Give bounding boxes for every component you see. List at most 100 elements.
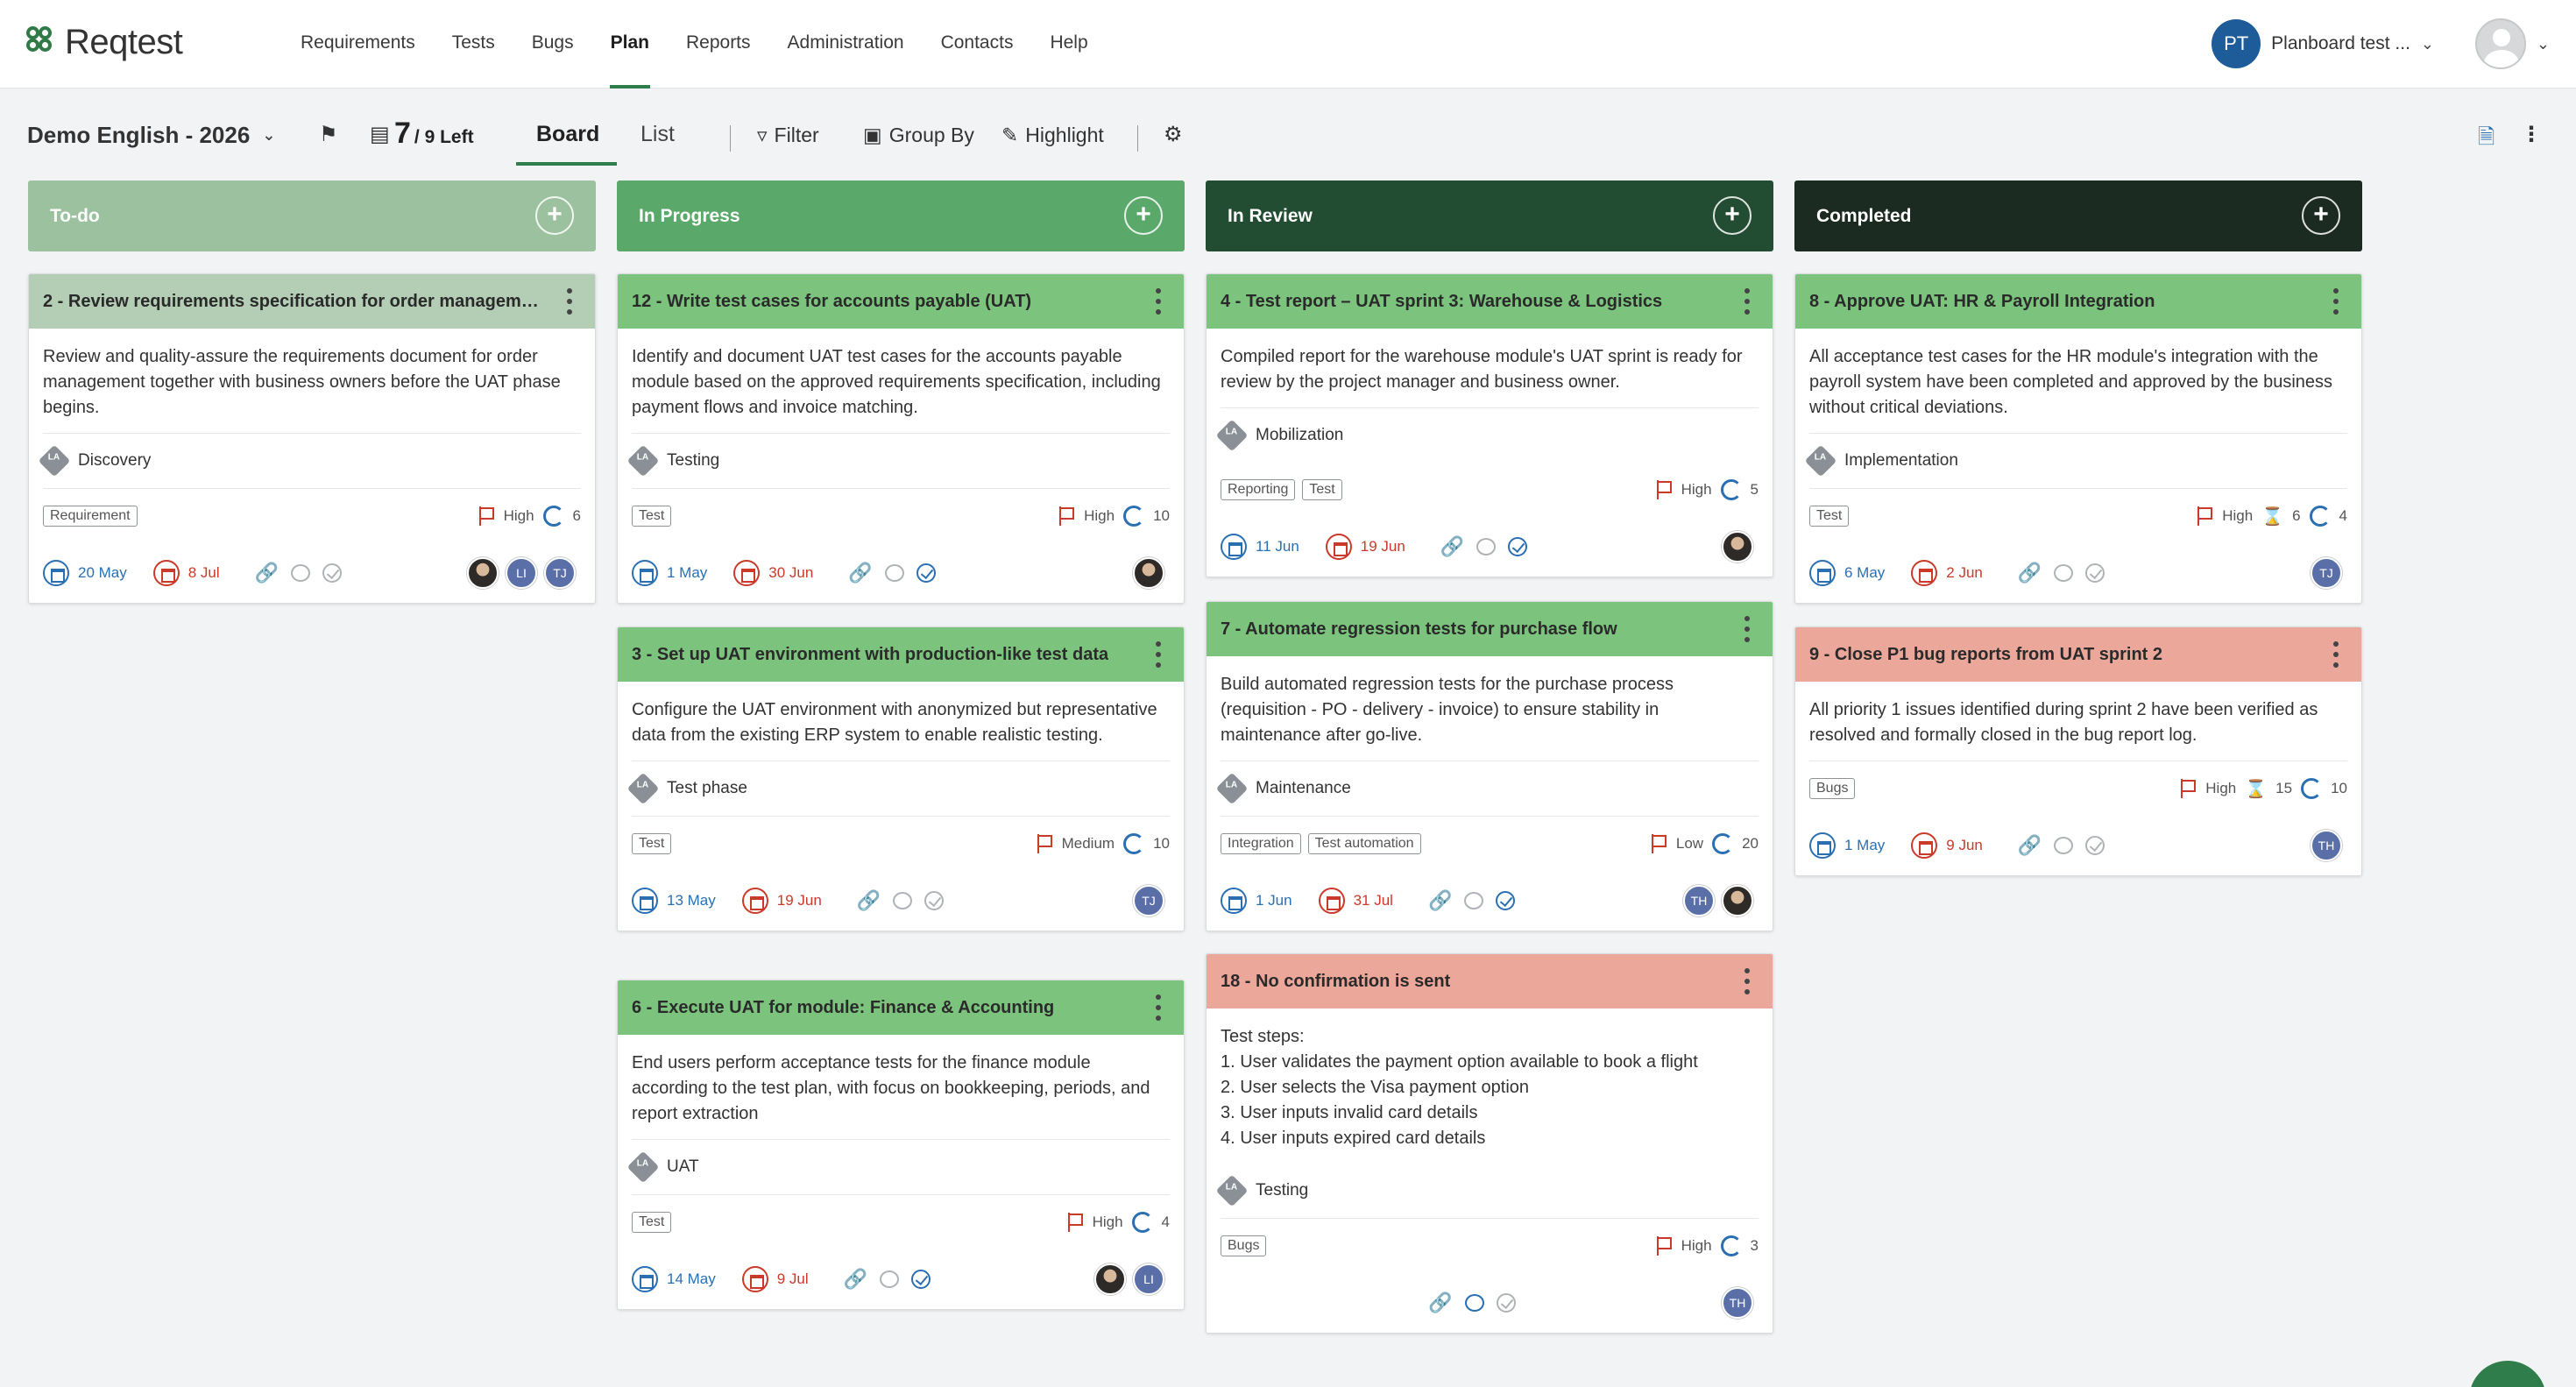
link-icon[interactable]: 🔗 (1440, 535, 1464, 558)
task-card[interactable]: 3 - Set up UAT environment with producti… (617, 626, 1185, 931)
assignee-avatar[interactable]: TJ (1133, 885, 1164, 916)
comment-icon[interactable] (1464, 892, 1484, 909)
link-icon[interactable]: 🔗 (2018, 834, 2042, 857)
start-date[interactable]: 1 May (1809, 832, 1885, 859)
due-date[interactable]: 9 Jul (741, 1266, 809, 1292)
card-title[interactable]: 3 - Set up UAT environment with producti… (632, 645, 1108, 665)
checklist-icon[interactable] (2085, 836, 2105, 855)
tab-list[interactable]: List (640, 122, 675, 147)
nav-tests[interactable]: Tests (434, 0, 513, 88)
nav-reports[interactable]: Reports (668, 0, 769, 88)
nav-contacts[interactable]: Contacts (923, 0, 1032, 88)
card-title[interactable]: 18 - No confirmation is sent (1221, 972, 1450, 992)
card-menu-icon[interactable] (2333, 288, 2339, 315)
add-card-button[interactable]: + (535, 196, 574, 235)
due-date[interactable]: 31 Jul (1318, 888, 1393, 914)
comment-icon[interactable] (1476, 538, 1497, 556)
card-title[interactable]: 12 - Write test cases for accounts payab… (632, 292, 1031, 312)
start-date[interactable]: 11 Jun (1221, 534, 1299, 560)
card-title[interactable]: 2 - Review requirements specification fo… (43, 292, 542, 312)
add-card-button[interactable]: + (1124, 196, 1163, 235)
assignee-avatar[interactable]: TH (2311, 830, 2342, 861)
checklist-icon[interactable] (2085, 563, 2105, 583)
export-document-icon[interactable]: 🗎 (2478, 122, 2495, 158)
card-menu-icon[interactable] (1744, 288, 1750, 315)
group-by-button[interactable]: ▣ Group By (863, 124, 974, 147)
assignee-avatar[interactable] (467, 557, 499, 589)
nav-plan[interactable]: Plan (592, 0, 668, 88)
checklist-icon[interactable] (1496, 1293, 1516, 1313)
nav-bugs[interactable]: Bugs (513, 0, 592, 88)
checklist-icon[interactable] (911, 1270, 931, 1289)
task-card[interactable]: 12 - Write test cases for accounts payab… (617, 273, 1185, 604)
chat-support-button[interactable] (2469, 1361, 2546, 1387)
link-icon[interactable]: 🔗 (255, 562, 279, 584)
assignee-avatar[interactable] (1094, 1263, 1126, 1295)
due-date[interactable]: 30 Jun (733, 560, 813, 586)
link-icon[interactable]: 🔗 (1428, 1291, 1452, 1314)
card-title[interactable]: 8 - Approve UAT: HR & Payroll Integratio… (1809, 292, 2155, 312)
card-menu-icon[interactable] (1156, 288, 1161, 315)
reqtest-logo[interactable]: Reqtest (26, 19, 183, 65)
assignee-avatar[interactable] (1722, 531, 1753, 563)
assignee-avatar[interactable]: TJ (544, 557, 576, 589)
due-date[interactable]: 19 Jun (1325, 534, 1405, 560)
highlight-button[interactable]: ✎ Highlight (1001, 124, 1104, 147)
checklist-icon[interactable] (1496, 891, 1516, 910)
nav-requirements[interactable]: Requirements (282, 0, 434, 88)
start-date[interactable]: 6 May (1809, 560, 1885, 586)
task-card[interactable]: 4 - Test report – UAT sprint 3: Warehous… (1206, 273, 1773, 577)
link-icon[interactable]: 🔗 (857, 889, 881, 912)
checklist-icon[interactable] (322, 563, 343, 583)
checklist-icon[interactable] (924, 891, 945, 910)
start-date[interactable]: 1 May (632, 560, 707, 586)
task-card[interactable]: 2 - Review requirements specification fo… (28, 273, 596, 604)
link-icon[interactable]: 🔗 (848, 562, 872, 584)
bug-card[interactable]: 18 - No confirmation is sent Test steps:… (1206, 953, 1773, 1334)
card-title[interactable]: 7 - Automate regression tests for purcha… (1221, 619, 1617, 640)
card-title[interactable]: 4 - Test report – UAT sprint 3: Warehous… (1221, 292, 1662, 312)
card-menu-icon[interactable] (1156, 641, 1161, 668)
start-date[interactable]: 14 May (632, 1266, 716, 1292)
due-date[interactable]: 19 Jun (741, 888, 822, 914)
nav-help[interactable]: Help (1031, 0, 1106, 88)
add-card-button[interactable]: + (1713, 196, 1752, 235)
bug-card[interactable]: 9 - Close P1 bug reports from UAT sprint… (1794, 626, 2362, 876)
link-icon[interactable]: 🔗 (1428, 889, 1452, 912)
card-menu-icon[interactable] (1744, 616, 1750, 642)
comment-icon[interactable] (2054, 564, 2074, 582)
project-user-selector[interactable]: PT Planboard test ... ⌄ (2212, 18, 2434, 69)
card-menu-icon[interactable] (1156, 994, 1161, 1021)
task-card[interactable]: 8 - Approve UAT: HR & Payroll Integratio… (1794, 273, 2362, 604)
comment-icon[interactable] (291, 564, 311, 582)
card-title[interactable]: 6 - Execute UAT for module: Finance & Ac… (632, 998, 1054, 1018)
card-menu-icon[interactable] (2333, 641, 2339, 668)
due-date[interactable]: 9 Jun (1911, 832, 1983, 859)
checklist-icon[interactable] (916, 563, 936, 583)
checklist-icon[interactable] (1508, 537, 1528, 556)
comment-icon[interactable] (2054, 837, 2074, 854)
start-date[interactable]: 1 Jun (1221, 888, 1292, 914)
comment-icon[interactable] (884, 564, 904, 582)
assignee-avatar[interactable]: LI (1133, 1263, 1164, 1295)
card-title[interactable]: 9 - Close P1 bug reports from UAT sprint… (1809, 645, 2162, 665)
more-options-icon[interactable]: ⋮ (2521, 122, 2542, 147)
due-date[interactable]: 8 Jul (152, 560, 220, 586)
link-icon[interactable]: 🔗 (844, 1268, 867, 1291)
task-card[interactable]: 6 - Execute UAT for module: Finance & Ac… (617, 980, 1185, 1310)
comment-icon[interactable] (880, 1270, 900, 1288)
add-card-button[interactable]: + (2302, 196, 2340, 235)
filter-button[interactable]: ▿ Filter (757, 124, 819, 147)
tab-board[interactable]: Board (536, 122, 599, 147)
assignee-avatar[interactable] (1133, 557, 1164, 589)
task-card[interactable]: 7 - Automate regression tests for purcha… (1206, 601, 1773, 931)
nav-administration[interactable]: Administration (769, 0, 923, 88)
gear-icon[interactable]: ⚙ (1164, 122, 1183, 147)
start-date[interactable]: 13 May (632, 888, 716, 914)
assignee-avatar[interactable]: TH (1683, 885, 1715, 916)
comment-icon[interactable] (893, 892, 913, 909)
milestone-flag-icon[interactable]: ⚑ (319, 122, 338, 147)
project-selector[interactable]: Demo English - 2026 ⌄ (27, 122, 275, 149)
due-date[interactable]: 2 Jun (1911, 560, 1983, 586)
assignee-avatar[interactable]: TJ (2311, 557, 2342, 589)
